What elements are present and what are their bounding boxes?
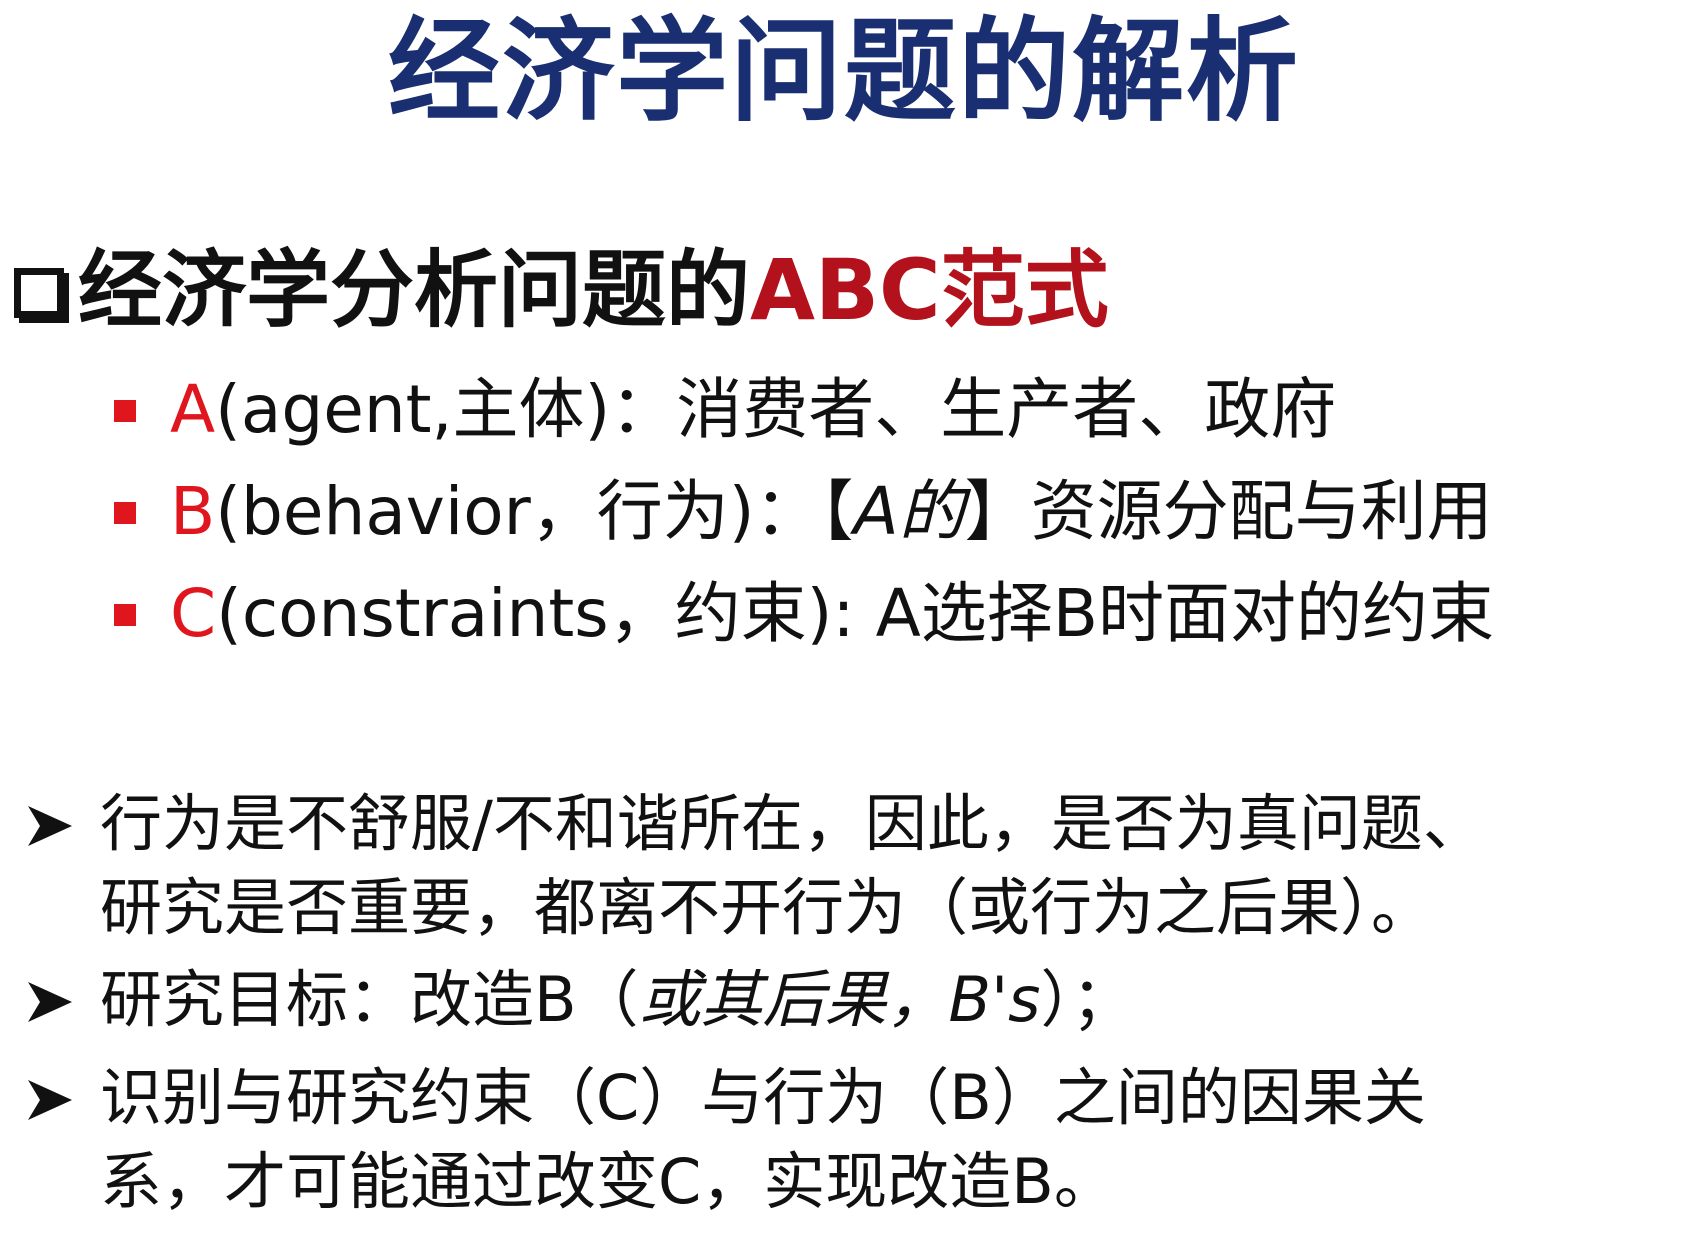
heading-highlight: ABC范式 bbox=[750, 241, 1109, 339]
section-heading: 经济学分析问题的 ABC范式 bbox=[14, 240, 1109, 340]
arrowhead-icon bbox=[28, 982, 72, 1022]
point-text: 识别与研究约束（C）与行为（B）之间的因果关 系，才可能通过改变C，实现改造B。 bbox=[100, 1056, 1688, 1224]
abc-description-end: 】资源分配与利用 bbox=[964, 473, 1493, 550]
point-line: 系，才可能通过改变C，实现改造B。 bbox=[100, 1145, 1116, 1218]
point-line: 研究目标：改造B（或其后果，B's）； bbox=[100, 958, 1688, 1042]
abc-description: (agent,主体)：消费者、生产者、政府 bbox=[215, 371, 1337, 448]
abc-letter: B bbox=[170, 473, 216, 550]
point-line-italic: 或其后果，B's bbox=[638, 963, 1041, 1036]
abc-description-start: (behavior，行为)：【 bbox=[215, 473, 854, 550]
arrowhead-icon bbox=[28, 1080, 72, 1120]
red-square-icon bbox=[114, 604, 136, 626]
hollow-square-icon bbox=[14, 268, 64, 318]
abc-item-text: A(agent,主体)：消费者、生产者、政府 bbox=[170, 360, 1336, 460]
abc-description-italic: A的 bbox=[853, 473, 965, 550]
point-line-end: ）； bbox=[1040, 963, 1134, 1036]
point-line: 研究是否重要，都离不开行为（或行为之后果）。 bbox=[100, 871, 1434, 944]
arrowhead-icon bbox=[28, 806, 72, 846]
slide: 经济学问题的解析 经济学分析问题的 ABC范式 A(agent,主体)：消费者、生… bbox=[0, 0, 1688, 1234]
red-square-icon bbox=[114, 400, 136, 422]
abc-letter: A bbox=[170, 371, 216, 448]
red-square-icon bbox=[114, 502, 136, 524]
heading-text: 经济学分析问题的 bbox=[78, 241, 751, 339]
abc-item-text: B(behavior，行为)：【A的】资源分配与利用 bbox=[170, 462, 1493, 562]
slide-title: 经济学问题的解析 bbox=[388, 7, 1300, 137]
point-text: 研究目标：改造B（或其后果，B's）； bbox=[100, 958, 1688, 1042]
point-line-start: 研究目标：改造B（ bbox=[100, 963, 639, 1036]
abc-description: (constraints，约束): A选择B时面对的约束 bbox=[216, 575, 1495, 652]
abc-letter: C bbox=[170, 575, 217, 652]
point-text: 行为是不舒服/不和谐所在，因此，是否为真问题、 研究是否重要，都离不开行为（或行… bbox=[100, 782, 1688, 950]
point-line: 识别与研究约束（C）与行为（B）之间的因果关 bbox=[100, 1061, 1426, 1134]
point-line: 行为是不舒服/不和谐所在，因此，是否为真问题、 bbox=[100, 787, 1485, 860]
abc-item-text: C(constraints，约束): A选择B时面对的约束 bbox=[170, 564, 1494, 664]
